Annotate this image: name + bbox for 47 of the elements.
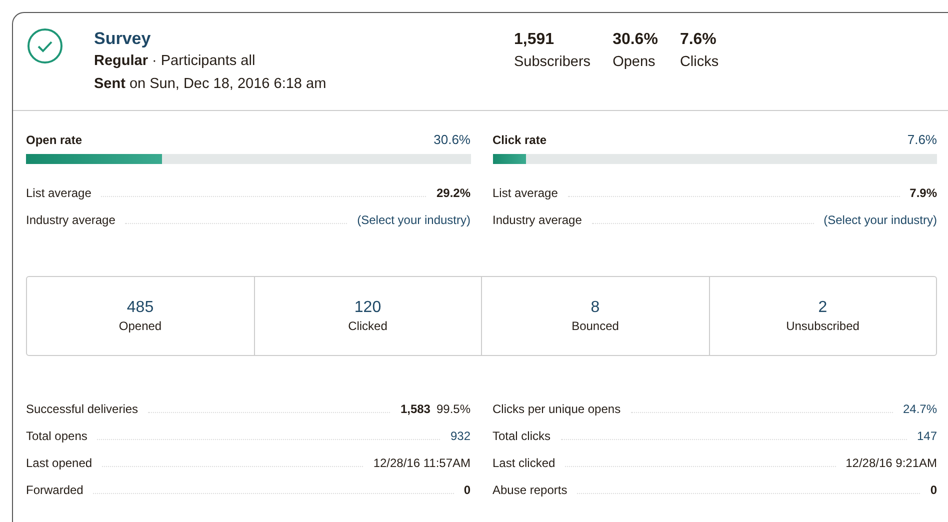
count-value: 485	[126, 298, 154, 318]
metric-label: Last opened	[26, 456, 92, 470]
metric-label: Industry average	[26, 213, 116, 227]
sent-date: Sent on Sun, Dec 18, 2016 6:18 am	[94, 75, 328, 94]
count-label: Clicked	[348, 318, 388, 334]
metric-label: Total clicks	[492, 429, 551, 443]
metric-value: 0	[464, 483, 470, 497]
metric-link[interactable]: 147	[916, 429, 937, 443]
metric-value: 12/28/16 11:57AM	[373, 456, 470, 470]
metric-value: 7.9%	[910, 186, 937, 200]
metric-label: Clicks per unique opens	[492, 402, 621, 416]
metric-link[interactable]: 932	[450, 429, 470, 443]
metric-link[interactable]: 24.7%	[902, 402, 937, 416]
metric-link[interactable]: (Select your industry)	[824, 213, 937, 227]
check-circle-icon	[27, 28, 63, 64]
metric-label: List average	[492, 186, 558, 200]
count-label: Opened	[118, 318, 162, 334]
summary-value: 7.6%	[680, 30, 718, 50]
count-value: 120	[354, 298, 382, 318]
summary-label: Subscribers	[514, 53, 591, 72]
campaign-title[interactable]: Survey	[94, 28, 514, 50]
metric-value: 12/28/16 9:21AM	[846, 456, 937, 470]
count-label: Unsubscribed	[786, 318, 860, 334]
rate-label: Click rate	[492, 132, 547, 148]
metric-label: Forwarded	[26, 483, 84, 497]
metric-value: 29.2%	[436, 186, 470, 200]
metric-label: Abuse reports	[492, 483, 568, 497]
rate-value: 30.6%	[434, 132, 470, 148]
metric-label: Total opens	[26, 429, 88, 443]
metric-label: Successful deliveries	[26, 402, 138, 416]
metric-value: 0	[930, 483, 937, 497]
rate-label: Open rate	[26, 132, 82, 148]
metric-label: List average	[26, 186, 92, 200]
count-label: Bounced	[572, 318, 619, 334]
metric-label: Industry average	[492, 213, 582, 227]
summary-value: 30.6%	[612, 30, 658, 50]
count-value: 2	[818, 298, 828, 318]
summary-label: Clicks	[680, 53, 719, 72]
metric-value: 99.5%	[436, 402, 470, 416]
campaign-type: Regular · Participants all	[94, 52, 256, 71]
summary-label: Opens	[612, 53, 656, 72]
metric-label: Last clicked	[492, 456, 556, 470]
count-value: 8	[590, 298, 600, 318]
summary-value: 1,591	[514, 30, 556, 50]
metric-value: 1,583	[400, 402, 430, 416]
rate-value: 7.6%	[907, 132, 937, 148]
metric-link[interactable]: (Select your industry)	[357, 213, 470, 227]
